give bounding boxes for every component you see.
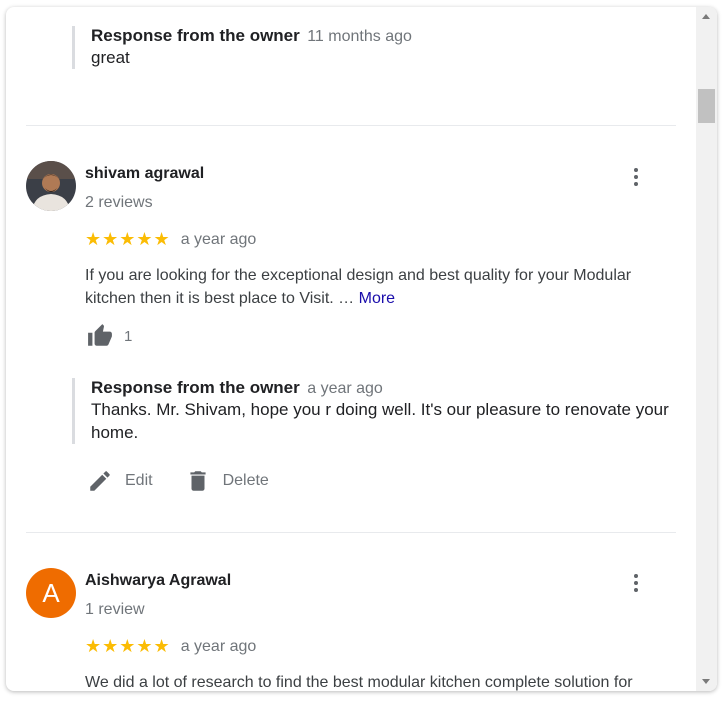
owner-response: Response from the owner 11 months ago gr…	[72, 26, 671, 69]
owner-response-time: a year ago	[307, 380, 383, 397]
owner-response-time: 11 months ago	[307, 28, 412, 45]
dot-icon	[634, 175, 638, 179]
dot-icon	[634, 168, 638, 172]
scrollbar[interactable]	[696, 7, 717, 691]
star-rating: ★★★★★	[85, 636, 171, 656]
trash-icon	[189, 471, 206, 491]
response-actions: Edit Delete	[87, 468, 269, 494]
like-button[interactable]: 1	[85, 323, 132, 349]
reviewer-name[interactable]: Aishwarya Agrawal	[85, 572, 231, 590]
dot-icon	[634, 574, 638, 578]
review-count: 1 review	[85, 601, 145, 618]
reviewer-avatar[interactable]: A	[26, 568, 76, 618]
thumbs-up-icon	[88, 324, 112, 346]
owner-response-title: Response from the owner	[91, 378, 300, 397]
review-time: a year ago	[180, 230, 257, 248]
like-count: 1	[124, 327, 133, 345]
pencil-icon	[90, 471, 110, 491]
avatar-letter: A	[42, 577, 60, 608]
reviews-panel: Response from the owner 11 months ago gr…	[6, 7, 717, 691]
avatar-photo	[26, 161, 76, 211]
dot-icon	[634, 182, 638, 186]
divider	[26, 125, 676, 126]
review-time: a year ago	[180, 637, 257, 655]
delete-label: Delete	[222, 472, 269, 489]
delete-button[interactable]: Delete	[185, 468, 269, 494]
owner-response-text: Thanks. Mr. Shivam, hope you r doing wel…	[91, 400, 669, 442]
rating-row: ★★★★★ a year ago	[85, 636, 256, 657]
reviews-list[interactable]: Response from the owner 11 months ago gr…	[6, 7, 696, 691]
scroll-up-arrow-icon[interactable]	[702, 14, 710, 19]
reviewer-name[interactable]: shivam agrawal	[85, 165, 204, 183]
rating-row: ★★★★★ a year ago	[85, 229, 256, 250]
edit-button[interactable]: Edit	[87, 468, 153, 494]
more-options-button[interactable]	[624, 571, 648, 595]
edit-label: Edit	[125, 472, 153, 489]
review-text: If you are looking for the exceptional d…	[85, 264, 660, 310]
more-options-button[interactable]	[624, 165, 648, 189]
more-link[interactable]: More	[359, 290, 395, 307]
scrollbar-thumb[interactable]	[698, 89, 715, 123]
reviewer-avatar[interactable]	[26, 161, 76, 216]
scroll-down-arrow-icon[interactable]	[702, 679, 710, 684]
dot-icon	[634, 588, 638, 592]
review-text: We did a lot of research to find the bes…	[85, 674, 633, 691]
owner-response: Response from the owner a year ago Thank…	[72, 378, 671, 444]
review-count: 2 reviews	[85, 194, 153, 211]
owner-response-text: great	[91, 48, 130, 67]
owner-response-title: Response from the owner	[91, 26, 300, 45]
divider	[26, 532, 676, 533]
star-rating: ★★★★★	[85, 229, 171, 249]
dot-icon	[634, 581, 638, 585]
